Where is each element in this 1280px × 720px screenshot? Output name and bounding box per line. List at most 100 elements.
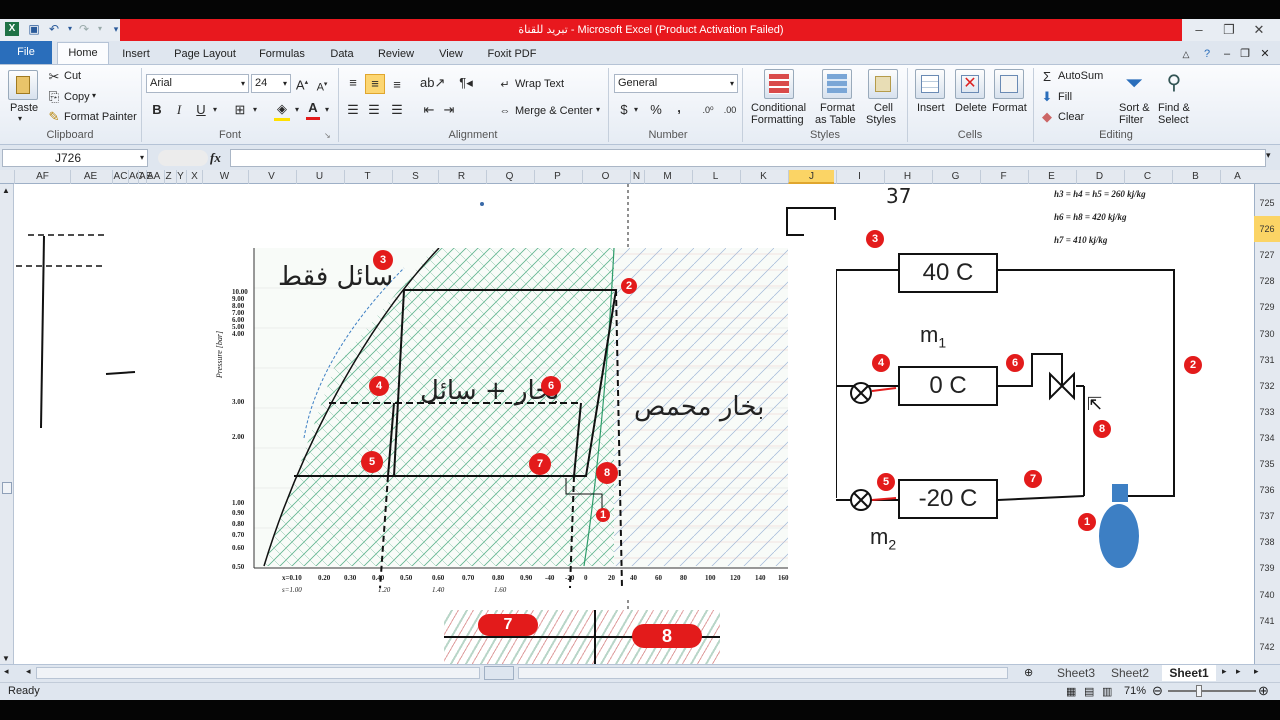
row-header[interactable]: 742 [1254, 634, 1280, 660]
page-layout-view-icon[interactable]: ▤ [1084, 685, 1094, 698]
clear-icon[interactable]: ◆ [1040, 108, 1054, 126]
row-header[interactable]: 729 [1254, 294, 1280, 320]
borders-dropdown-icon[interactable]: ▾ [250, 101, 260, 119]
decrease-decimal-icon[interactable]: .00 [722, 101, 738, 119]
column-header[interactable]: O [582, 170, 628, 184]
align-left-icon[interactable]: ☰ [344, 101, 362, 119]
align-bottom-icon[interactable]: ≡ [388, 76, 406, 94]
column-header[interactable]: AE [138, 170, 152, 184]
merge-center-button[interactable]: Merge & Center [515, 105, 593, 117]
font-name-combo[interactable]: Arial ▾ [146, 74, 249, 93]
column-header[interactable]: Q [486, 170, 532, 184]
paste-dropdown-icon[interactable]: ▾ [18, 114, 22, 123]
column-header[interactable]: N [630, 170, 642, 184]
merge-dropdown-icon[interactable]: ▾ [596, 105, 600, 114]
format-cells-button[interactable]: Format [992, 102, 1027, 114]
split-box[interactable] [2, 482, 12, 494]
insert-function-icon[interactable]: fx [210, 150, 221, 166]
help-icon[interactable]: ? [1200, 44, 1214, 64]
decrease-indent-icon[interactable]: ⇤ [420, 101, 438, 119]
format-table-icon[interactable] [822, 69, 852, 99]
horizontal-scroll-thumb[interactable] [484, 666, 514, 680]
tab-foxit-pdf[interactable]: Foxit PDF [482, 44, 542, 64]
number-format-combo[interactable]: General ▾ [614, 74, 738, 93]
column-header[interactable]: C [1124, 170, 1170, 184]
column-header[interactable]: AC [128, 170, 143, 184]
rtl-icon[interactable]: ¶◂ [457, 74, 475, 92]
redo-dropdown-icon[interactable]: ▾ [92, 21, 108, 37]
sheet-tab-1[interactable]: Sheet1 [1162, 665, 1216, 681]
column-header[interactable]: W [202, 170, 246, 184]
next-sheet-icon[interactable]: ▸ [1222, 666, 1227, 677]
align-center-icon[interactable]: ☰ [365, 101, 383, 119]
copy-icon[interactable]: ⎘ [46, 88, 62, 106]
zoom-out-icon[interactable]: ⊖ [1152, 683, 1163, 699]
font-color-icon[interactable]: A [306, 99, 320, 120]
cut-button[interactable]: Cut [64, 70, 81, 82]
column-header[interactable]: AE [70, 170, 110, 184]
comma-button[interactable]: , [674, 99, 684, 117]
bold-button[interactable]: B [150, 101, 164, 119]
sheet-tab-2[interactable]: Sheet2 [1106, 665, 1154, 681]
first-sheet-icon[interactable]: ◂ [4, 666, 9, 677]
row-header[interactable]: 731 [1254, 347, 1280, 373]
borders-icon[interactable]: ⊞ [232, 101, 248, 119]
column-header[interactable]: AC [112, 170, 128, 184]
column-header[interactable]: T [344, 170, 390, 184]
sheet-tab-3[interactable]: Sheet3 [1052, 665, 1100, 681]
horizontal-scrollbar-track[interactable] [518, 667, 1008, 679]
align-right-icon[interactable]: ☰ [388, 101, 406, 119]
percent-button[interactable]: % [649, 101, 663, 119]
underline-dropdown-icon[interactable]: ▾ [210, 101, 220, 119]
minimize-icon[interactable]: ‒ [1184, 21, 1214, 39]
row-header[interactable]: 728 [1254, 268, 1280, 294]
fill-dropdown-icon[interactable]: ▾ [292, 101, 302, 119]
dialog-launcher-icon[interactable]: ↘ [324, 131, 331, 140]
zoom-in-icon[interactable]: ⊕ [1258, 683, 1269, 699]
column-header[interactable]: X [186, 170, 202, 184]
tab-home[interactable]: Home [57, 42, 109, 65]
restore-icon[interactable]: ❐ [1214, 21, 1244, 39]
merge-center-icon[interactable]: ⇔ [498, 102, 512, 120]
conditional-formatting-icon[interactable] [764, 69, 794, 99]
fill-color-icon[interactable]: ◈ [274, 100, 290, 121]
row-header[interactable]: 730 [1254, 321, 1280, 347]
cell-styles-icon[interactable] [868, 69, 898, 99]
column-header[interactable]: R [438, 170, 484, 184]
redo-icon[interactable]: ↷ [76, 21, 92, 37]
delete-cells-icon[interactable]: ✕ [955, 69, 985, 99]
zoom-slider-thumb[interactable] [1196, 685, 1202, 697]
scroll-up-icon[interactable]: ▲ [2, 186, 10, 195]
tab-file[interactable]: File [0, 41, 52, 64]
autosum-button[interactable]: AutoSum [1058, 70, 1103, 82]
column-header[interactable]: AF [14, 170, 70, 184]
sort-filter-icon[interactable]: ⏷ [1120, 68, 1148, 98]
column-header[interactable]: H [884, 170, 930, 184]
row-header[interactable]: 733 [1254, 399, 1280, 425]
cell-styles-button[interactable]: Cell [874, 102, 893, 114]
delete-cells-button[interactable]: Delete [955, 102, 987, 114]
column-header[interactable]: M [644, 170, 690, 184]
conditional-formatting-button[interactable]: Conditional [751, 102, 806, 114]
insert-cells-button[interactable]: Insert [917, 102, 945, 114]
row-header[interactable]: 736 [1254, 477, 1280, 503]
tab-page-layout[interactable]: Page Layout [168, 44, 242, 64]
copy-dropdown-icon[interactable]: ▾ [92, 91, 96, 100]
wrap-text-icon[interactable]: ↵ [498, 76, 512, 94]
scroll-down-icon[interactable]: ▼ [2, 654, 10, 663]
page-break-view-icon[interactable]: ▥ [1102, 685, 1112, 698]
column-header[interactable]: AA [146, 170, 160, 184]
close-icon[interactable]: ✕ [1244, 21, 1274, 39]
row-header[interactable]: 734 [1254, 425, 1280, 451]
column-header[interactable]: P [534, 170, 580, 184]
currency-dropdown-icon[interactable]: ▾ [632, 101, 640, 119]
grow-font-icon[interactable]: A▴ [295, 74, 309, 94]
column-header[interactable]: S [392, 170, 438, 184]
ribbon-collapse-icon[interactable]: △ [1180, 44, 1192, 64]
horizontal-scrollbar[interactable] [36, 667, 480, 679]
align-middle-icon[interactable]: ≡ [365, 74, 385, 94]
format-painter-button[interactable]: Format Painter [64, 111, 137, 123]
row-header[interactable]: 725 [1254, 190, 1280, 216]
font-color-dropdown-icon[interactable]: ▾ [322, 101, 332, 119]
expand-formula-icon[interactable]: ▾ [1266, 150, 1271, 161]
